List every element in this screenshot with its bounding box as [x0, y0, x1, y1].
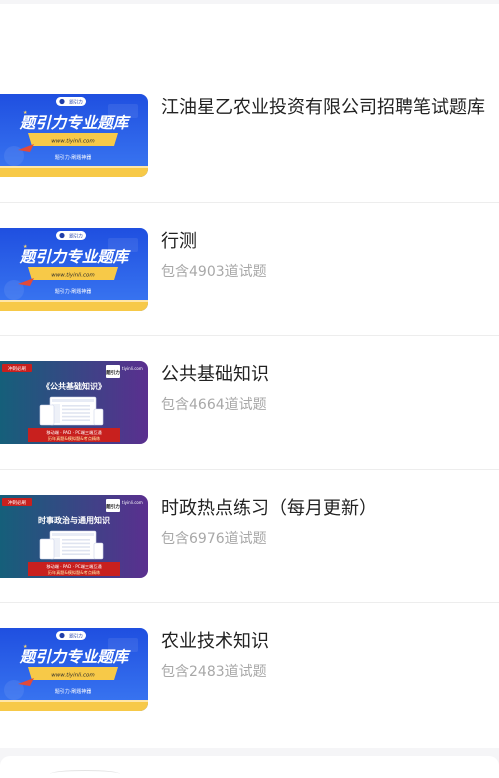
- brand-tag-label: 题引力: [69, 633, 83, 640]
- url-text: www.tiyinli.com: [51, 139, 94, 145]
- page: 题引力 ★ 题引力专业题库 www.tiyinli.com 题引力·刷题神器 江油星乙农业…: [0, 0, 499, 778]
- question-bank-item[interactable]: 冲刺必刷题引力 tiyinli.com 时事政治与通用知识 移动端 · PAD · P…: [0, 470, 499, 603]
- tablet-illustration: [39, 538, 55, 559]
- question-count: 包含2483道试题: [161, 664, 267, 680]
- question-bank-cover[interactable]: 冲刺必刷题引力 tiyinli.com 时事政治与通用知识 移动端 · PAD · P…: [0, 494, 148, 578]
- question-count: 包含4664道试题: [161, 397, 267, 413]
- question-bank-info: 农业技术知识包含2483道试题: [161, 630, 499, 682]
- question-bank-list: 题引力 ★ 题引力专业题库 www.tiyinli.com 题引力·刷题神器 江油星乙农业…: [0, 69, 499, 737]
- question-bank-cover[interactable]: 题引力 ★ 题引力专业题库 www.tiyinli.com 题引力·刷题神器: [0, 628, 148, 711]
- promo-footer-line1: 移动端 · PAD · PC端三端互通: [46, 563, 102, 570]
- question-count: 包含4903道试题: [161, 263, 267, 280]
- thumb-footer: 题引力·刷题神器: [55, 288, 92, 295]
- brand-title: 题引力专业题库: [19, 648, 132, 666]
- question-bank-cover[interactable]: 题引力 ★ 题引力专业题库 www.tiyinli.com 题引力·刷题神器: [0, 227, 148, 311]
- question-bank-info: 行测包含4903道试题: [161, 230, 499, 282]
- question-bank-title[interactable]: 时政热点练习（每月更新）: [161, 497, 499, 521]
- question-bank-list-card: 题引力 ★ 题引力专业题库 www.tiyinli.com 题引力·刷题神器 江油星乙农业…: [0, 4, 499, 748]
- question-bank-title[interactable]: 农业技术知识: [161, 630, 499, 654]
- promo-tag-label: 冲刺必刷: [8, 499, 26, 506]
- thumb-heading: 《公共基础知识》: [42, 381, 106, 391]
- question-bank-title[interactable]: 江油星乙农业投资有限公司招聘笔试题库: [161, 96, 499, 120]
- sheet-handle: [50, 770, 120, 778]
- promo-footer-line1: 移动端 · PAD · PC端三端互通: [46, 429, 102, 436]
- question-bank-cover[interactable]: 冲刺必刷题引力 tiyinli.com 《公共基础知识》 移动端 · PAD · PC…: [0, 361, 148, 444]
- promo-tag-label: 冲刺必刷: [8, 365, 26, 372]
- question-bank-item[interactable]: 冲刺必刷题引力 tiyinli.com 《公共基础知识》 移动端 · PAD · PC…: [0, 336, 499, 470]
- question-bank-item[interactable]: 题引力 ★ 题引力专业题库 www.tiyinli.com 题引力·刷题神器 江油星乙农业…: [0, 69, 499, 203]
- site-text: tiyinli.com: [122, 366, 143, 371]
- question-bank-cover[interactable]: 题引力 ★ 题引力专业题库 www.tiyinli.com 题引力·刷题神器: [0, 94, 148, 177]
- question-count: 包含6976道试题: [161, 530, 267, 547]
- brand-tag-label: 题引力: [69, 99, 83, 106]
- brand-title: 题引力专业题库: [19, 248, 132, 266]
- tablet-illustration: [39, 404, 55, 426]
- logo-text: 题引力: [105, 503, 120, 510]
- url-text: www.tiyinli.com: [51, 272, 94, 278]
- site-text: tiyinli.com: [122, 500, 143, 505]
- bottom-sheet: [0, 756, 499, 778]
- thumb-heading: 时事政治与通用知识: [38, 515, 110, 525]
- brand-title: 题引力专业题库: [19, 114, 132, 132]
- brand-tag-label: 题引力: [69, 232, 83, 239]
- promo-footer-line2: 历年真题&模拟题&考点精练: [48, 435, 101, 442]
- promo-footer-line2: 历年真题&模拟题&考点精练: [48, 569, 101, 576]
- question-bank-item[interactable]: 题引力 ★ 题引力专业题库 www.tiyinli.com 题引力·刷题神器 农业技术知识…: [0, 603, 499, 737]
- question-bank-info: 江油星乙农业投资有限公司招聘笔试题库: [161, 96, 499, 120]
- question-bank-info: 时政热点练习（每月更新） 包含6976道试题: [161, 497, 499, 549]
- thumb-footer: 题引力·刷题神器: [55, 688, 92, 695]
- logo-text: 题引力: [105, 369, 120, 376]
- question-bank-item[interactable]: 题引力 ★ 题引力专业题库 www.tiyinli.com 题引力·刷题神器 行测 包含49…: [0, 203, 499, 336]
- question-bank-info: 公共基础知识包含4664道试题: [161, 363, 499, 415]
- phone-illustration: [93, 542, 104, 559]
- question-bank-title[interactable]: 公共基础知识: [161, 363, 499, 387]
- thumb-footer: 题引力·刷题神器: [55, 154, 92, 161]
- question-bank-title[interactable]: 行测: [161, 230, 499, 254]
- phone-illustration: [93, 408, 104, 426]
- url-text: www.tiyinli.com: [51, 673, 94, 679]
